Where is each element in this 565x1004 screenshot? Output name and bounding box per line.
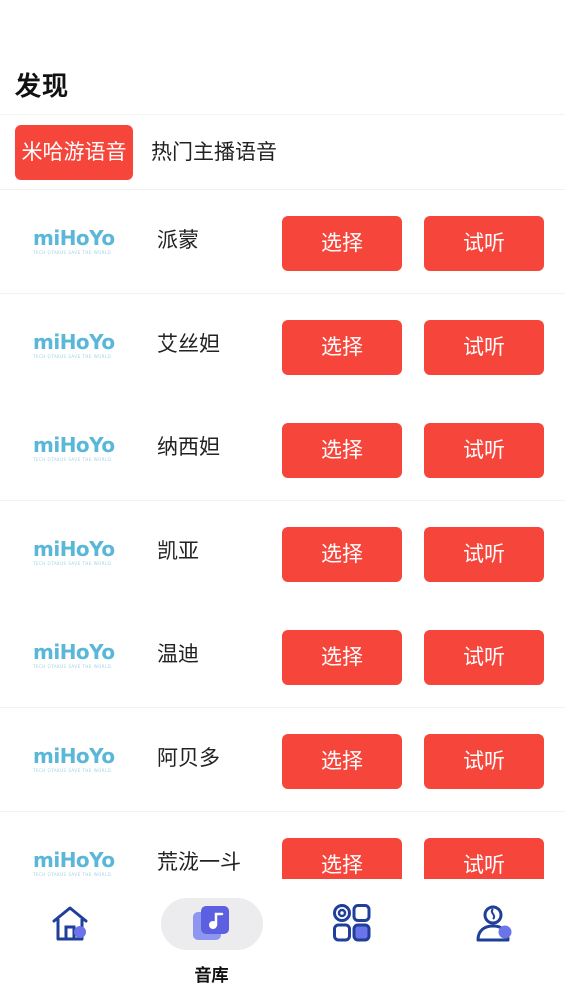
mihoyo-logo: miHoYo TECH OTAKUS SAVE THE WORLD [33,226,115,258]
select-button[interactable]: 选择 [282,423,402,478]
voice-name: 纳西妲 [157,435,220,459]
voice-name: 凯亚 [157,539,199,563]
logo-tagline: TECH OTAKUS SAVE THE WORLD [33,457,112,462]
voice-name: 荒泷一斗 [157,850,241,874]
voice-name: 温迪 [157,642,199,666]
logo-wordmark: miHoYo [33,848,115,872]
logo-wordmark: miHoYo [33,744,115,768]
logo-tagline: TECH OTAKUS SAVE THE WORLD [33,768,112,773]
select-button[interactable]: 选择 [282,734,402,789]
voice-name: 艾丝妲 [157,332,220,356]
listen-button[interactable]: 试听 [424,734,544,789]
logo-wordmark: miHoYo [33,537,115,561]
select-button[interactable]: 选择 [282,630,402,685]
logo-wordmark: miHoYo [33,640,115,664]
select-button[interactable]: 选择 [282,527,402,582]
tab-mihoyo-voice[interactable]: 米哈游语音 [15,125,133,180]
listen-button[interactable]: 试听 [424,423,544,478]
mihoyo-logo: miHoYo TECH OTAKUS SAVE THE WORLD [33,330,115,362]
logo-tagline: TECH OTAKUS SAVE THE WORLD [33,664,112,669]
logo-wordmark: miHoYo [33,226,115,250]
mihoyo-logo: miHoYo TECH OTAKUS SAVE THE WORLD [33,433,115,465]
list-item: miHoYo TECH OTAKUS SAVE THE WORLD 阿贝多 选择… [0,708,565,812]
mihoyo-logo: miHoYo TECH OTAKUS SAVE THE WORLD [33,744,115,776]
nav-label-music-library: 音库 [194,966,229,986]
nav-music-library[interactable]: 音库 [141,879,282,1004]
listen-button[interactable]: 试听 [424,838,544,879]
logo-tagline: TECH OTAKUS SAVE THE WORLD [33,354,112,359]
logo-wordmark: miHoYo [33,433,115,457]
nav-profile[interactable] [423,879,564,1004]
profile-icon [476,905,512,942]
category-tabs: 米哈游语音 热门主播语音 [0,114,565,190]
logo-tagline: TECH OTAKUS SAVE THE WORLD [33,561,112,566]
listen-button[interactable]: 试听 [424,630,544,685]
logo-wordmark: miHoYo [33,330,115,354]
listen-button[interactable]: 试听 [424,527,544,582]
bottom-navigation: 音库 [0,879,565,1004]
mihoyo-logo: miHoYo TECH OTAKUS SAVE THE WORLD [33,848,115,879]
page-title: 发现 [15,72,70,102]
list-item: miHoYo TECH OTAKUS SAVE THE WORLD 凯亚 选择 … [0,501,565,605]
logo-tagline: TECH OTAKUS SAVE THE WORLD [33,872,112,877]
nav-home[interactable] [0,879,141,1004]
tab-hot-streamer-voice[interactable]: 热门主播语音 [145,125,283,180]
select-button[interactable]: 选择 [282,216,402,271]
music-library-icon [193,906,229,940]
voice-name: 阿贝多 [157,746,220,770]
voice-list[interactable]: miHoYo TECH OTAKUS SAVE THE WORLD 派蒙 选择 … [0,190,565,879]
logo-tagline: TECH OTAKUS SAVE THE WORLD [33,250,112,255]
list-item: miHoYo TECH OTAKUS SAVE THE WORLD 温迪 选择 … [0,604,565,708]
list-item: miHoYo TECH OTAKUS SAVE THE WORLD 派蒙 选择 … [0,190,565,294]
header: 发现 [0,0,565,114]
home-icon [52,906,88,941]
nav-apps[interactable] [282,879,423,1004]
listen-button[interactable]: 试听 [424,320,544,375]
listen-button[interactable]: 试听 [424,216,544,271]
mihoyo-logo: miHoYo TECH OTAKUS SAVE THE WORLD [33,537,115,569]
select-button[interactable]: 选择 [282,838,402,879]
list-item: miHoYo TECH OTAKUS SAVE THE WORLD 荒泷一斗 选… [0,812,565,879]
list-item: miHoYo TECH OTAKUS SAVE THE WORLD 纳西妲 选择… [0,397,565,501]
mihoyo-logo: miHoYo TECH OTAKUS SAVE THE WORLD [33,640,115,672]
list-item: miHoYo TECH OTAKUS SAVE THE WORLD 艾丝妲 选择… [0,294,565,398]
select-button[interactable]: 选择 [282,320,402,375]
voice-name: 派蒙 [157,228,199,252]
apps-icon [333,904,371,942]
